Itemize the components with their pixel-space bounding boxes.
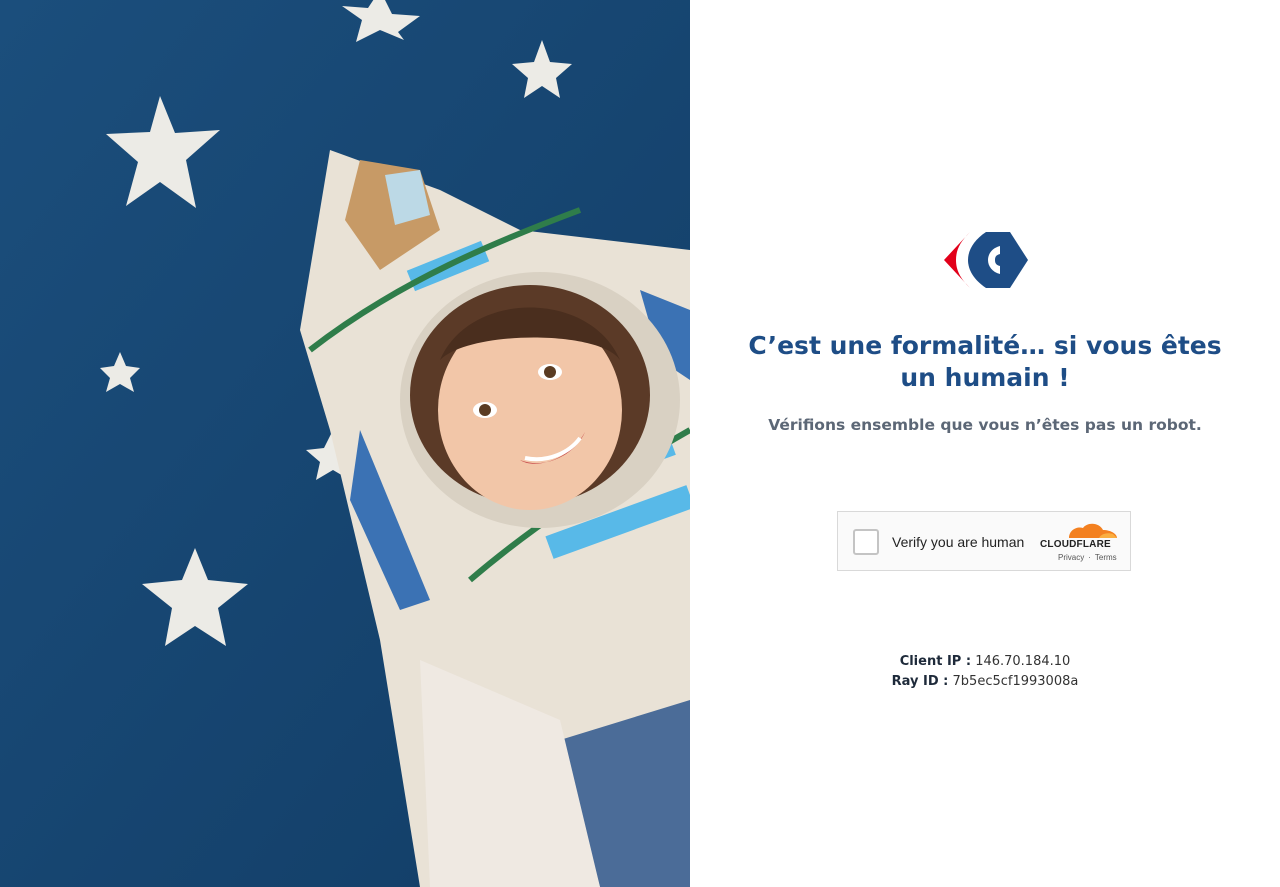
client-ip-label: Client IP : — [899, 654, 972, 669]
hero-illustration — [0, 0, 690, 887]
request-meta: Client IP : 146.70.184.10 Ray ID : 7b5ec… — [730, 652, 1240, 692]
cloudflare-links: Privacy · Terms — [1058, 553, 1117, 562]
privacy-link[interactable]: Privacy — [1058, 553, 1084, 562]
link-separator: · — [1088, 553, 1091, 562]
page-subtitle: Vérifions ensemble que vous n’êtes pas u… — [768, 416, 1202, 434]
content-panel: C’est une formalité… si vous êtes un hum… — [690, 0, 1280, 887]
cloudflare-wordmark: CLOUDFLARE — [1040, 539, 1111, 550]
hero-image — [0, 0, 690, 887]
challenge-page: C’est une formalité… si vous êtes un hum… — [0, 0, 1280, 887]
ray-id-value: 7b5ec5cf1993008a — [952, 674, 1079, 689]
carrefour-logo — [944, 232, 1028, 288]
verify-label[interactable]: Verify you are human — [892, 532, 1024, 552]
client-ip-row: Client IP : 146.70.184.10 — [730, 652, 1240, 672]
turnstile-widget: Verify you are human CLOUDFLARE Privacy ·… — [837, 511, 1131, 571]
client-ip-value: 146.70.184.10 — [975, 654, 1071, 669]
ray-id-label: Ray ID : — [891, 674, 949, 689]
ray-id-row: Ray ID : 7b5ec5cf1993008a — [730, 672, 1240, 692]
verify-checkbox[interactable] — [853, 529, 879, 555]
terms-link[interactable]: Terms — [1095, 553, 1117, 562]
page-title: C’est une formalité… si vous êtes un hum… — [748, 331, 1222, 392]
